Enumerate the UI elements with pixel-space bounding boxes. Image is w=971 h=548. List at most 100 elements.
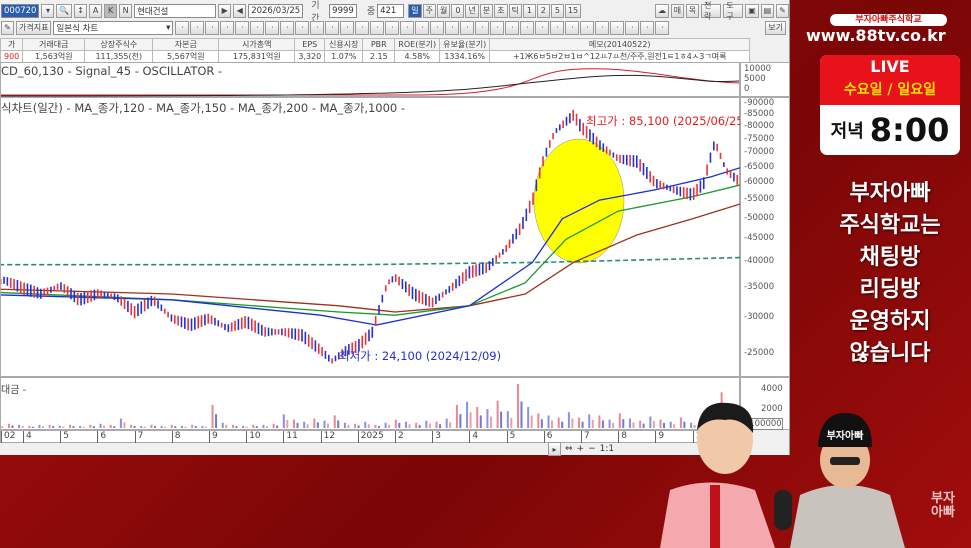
date-field[interactable]: 2026/03/25 <box>248 3 304 18</box>
save-icon[interactable]: ▤ <box>760 3 774 18</box>
info-value: 5,567억원 <box>152 50 220 63</box>
wrench-icon[interactable]: ✎ <box>776 3 789 18</box>
volume-bar <box>476 407 479 428</box>
palette-tool-icon[interactable]: · <box>415 20 430 35</box>
channel-tool-icon[interactable]: · <box>370 20 385 35</box>
search-icon[interactable]: 🔍 <box>56 3 73 18</box>
mode-a-button[interactable]: A <box>89 3 103 18</box>
timeframe-tab[interactable]: 월 <box>437 3 451 18</box>
play-button[interactable]: ▶ <box>218 3 232 18</box>
gann-tool-icon[interactable]: · <box>325 20 340 35</box>
info-value: 1,563억원 <box>22 50 86 63</box>
volume-bar <box>588 414 591 428</box>
mode-k-button[interactable]: K <box>104 3 118 18</box>
strategy-button[interactable]: 전략 <box>701 1 722 21</box>
indicator-button[interactable]: 가격지표 <box>16 20 52 35</box>
timeframe-tab[interactable]: 1 <box>522 3 536 18</box>
scroll-icon[interactable]: ⇔ <box>565 444 573 454</box>
cloud-icon[interactable]: ☁ <box>655 3 669 18</box>
up-tool-icon[interactable]: · <box>475 20 490 35</box>
scroll-right-button[interactable]: ▸ <box>548 442 561 456</box>
edit-icon[interactable]: ✎ <box>1 20 14 35</box>
scatter-tool-icon[interactable]: · <box>610 20 625 35</box>
timeframe-tab[interactable]: 0 <box>451 3 465 18</box>
parallel-tool-icon[interactable]: · <box>355 20 370 35</box>
fib-tool-icon[interactable]: · <box>265 20 280 35</box>
tools-button[interactable]: 도구 <box>723 1 744 21</box>
volume-bar <box>82 426 85 428</box>
vline-tool-icon[interactable]: · <box>250 20 265 35</box>
timeframe-tab[interactable]: 일 <box>408 3 422 18</box>
folder-icon[interactable]: ▣ <box>745 3 759 18</box>
hline-tool-icon[interactable]: · <box>235 20 250 35</box>
date-tick: 8 <box>171 431 181 443</box>
rect-tool-icon[interactable]: · <box>565 20 580 35</box>
slope-tool-icon[interactable]: · <box>340 20 355 35</box>
stock-code-input[interactable]: 000720 <box>1 3 40 18</box>
volume-bar <box>486 409 489 428</box>
view-button[interactable]: 보기 <box>765 20 786 35</box>
box-tool-icon[interactable]: · <box>310 20 325 35</box>
volume-bar <box>364 421 367 428</box>
fib2-tool-icon[interactable]: · <box>280 20 295 35</box>
volume-bar <box>354 423 357 428</box>
volume-bar <box>92 426 95 428</box>
code-dropdown-button[interactable]: ▾ <box>41 3 55 18</box>
grid-tool-icon[interactable]: · <box>295 20 310 35</box>
magic-tool-icon[interactable]: · <box>400 20 415 35</box>
chart-tool-icon[interactable]: · <box>445 20 460 35</box>
signal-line <box>1 74 740 97</box>
price-axis[interactable]: -25000 -30000 -35000 -40000 -45000 -50000 -550… <box>740 97 790 377</box>
eraser-tool-icon[interactable]: · <box>385 20 400 35</box>
stock-name-field[interactable]: 현대건설 <box>134 3 217 18</box>
volume-bar <box>449 422 452 428</box>
left-tool-icon[interactable]: · <box>505 20 520 35</box>
timeframe-tab[interactable]: 15 <box>564 3 582 18</box>
wave-tool-icon[interactable]: · <box>625 20 640 35</box>
line-tool-icon[interactable]: · <box>175 20 190 35</box>
volume-bar <box>225 424 228 428</box>
reset-zoom-icon[interactable]: 1:1 <box>600 444 614 454</box>
period-input[interactable]: 9999 <box>329 3 357 18</box>
pen-tool-icon[interactable]: · <box>220 20 235 35</box>
volume-bar <box>113 426 116 428</box>
volume-bar <box>38 424 41 428</box>
btn-mae[interactable]: 매 <box>670 3 684 18</box>
zoom-tool-icon[interactable]: · <box>580 20 595 35</box>
back-button[interactable]: ◀ <box>233 3 247 18</box>
timeframe-tab[interactable]: 틱 <box>508 3 522 18</box>
zoom-in-icon[interactable]: + <box>577 444 585 454</box>
zoom-out-icon[interactable]: − <box>588 444 596 454</box>
note-tool-icon[interactable]: · <box>535 20 550 35</box>
timeframe-tab[interactable]: 5 <box>550 3 564 18</box>
arc-tool-icon[interactable]: · <box>205 20 220 35</box>
calc-tool-icon[interactable]: · <box>460 20 475 35</box>
timeframe-tab[interactable]: 년 <box>465 3 479 18</box>
volume-bar <box>337 420 340 428</box>
bar-tool-icon[interactable]: · <box>595 20 610 35</box>
count-input[interactable]: 421 <box>377 3 405 18</box>
sort-icon[interactable]: ↕ <box>74 3 88 18</box>
down-tool-icon[interactable]: · <box>490 20 505 35</box>
volume-bar <box>143 426 146 428</box>
right-tool-icon[interactable]: · <box>520 20 535 35</box>
timeframe-tab[interactable]: 2 <box>536 3 550 18</box>
mode-n-button[interactable]: N <box>119 3 133 18</box>
chart-type-select[interactable]: 일본식 차트 ▾ <box>53 20 174 35</box>
volume-bar <box>276 425 279 428</box>
btn-mok[interactable]: 목 <box>685 3 700 18</box>
info-header: 신용시장 <box>324 38 364 51</box>
calendar-tool-icon[interactable]: · <box>655 20 670 35</box>
volume-bar <box>21 426 24 428</box>
timeframe-tab[interactable]: 분 <box>479 3 494 18</box>
volume-bar <box>7 423 10 428</box>
price-tick: -90000 <box>744 98 775 108</box>
timeframe-tab[interactable]: 주 <box>422 3 437 18</box>
live-time: 8:00 <box>869 111 950 149</box>
volume-bar <box>31 426 34 428</box>
timeframe-tab[interactable]: 초 <box>494 3 508 18</box>
crown-tool-icon[interactable]: · <box>640 20 655 35</box>
circle-tool-icon[interactable]: · <box>550 20 565 35</box>
flag-tool-icon[interactable]: · <box>430 20 445 35</box>
angle-tool-icon[interactable]: · <box>190 20 205 35</box>
